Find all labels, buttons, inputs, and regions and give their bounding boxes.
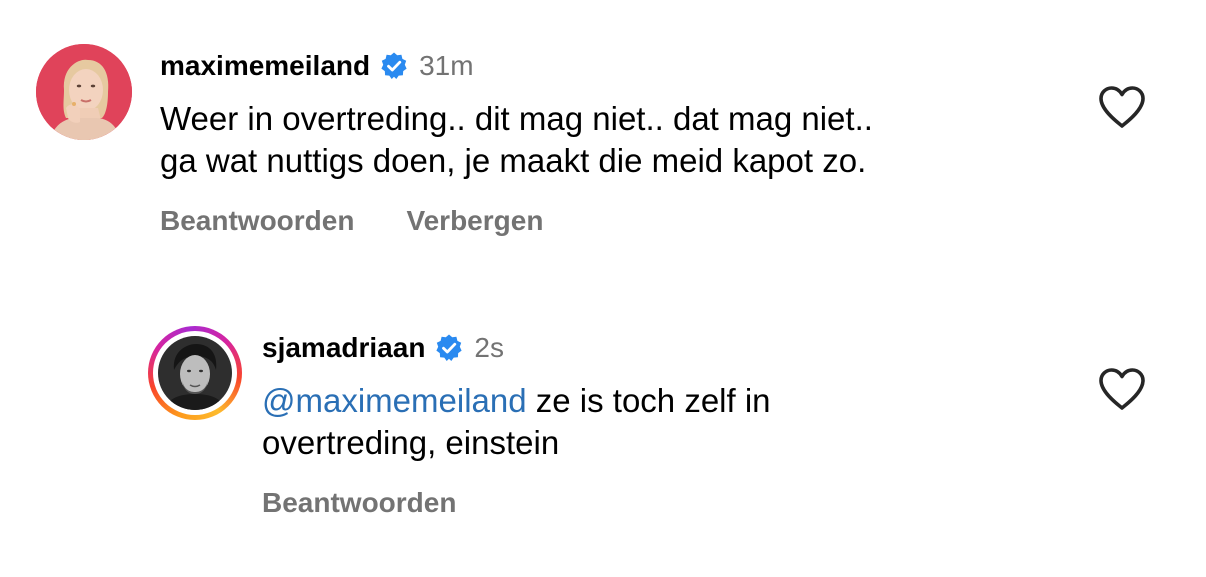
comment-header: maximemeiland 31m xyxy=(160,50,474,82)
comment-body: @maximemeiland ze is toch zelf in overtr… xyxy=(262,380,771,464)
comment-maximemeiland: maximemeiland 31m Weer in overtreding.. … xyxy=(0,0,1206,270)
hide-button[interactable]: Verbergen xyxy=(406,205,543,237)
username[interactable]: maximemeiland xyxy=(160,50,370,82)
mention-link[interactable]: @maximemeiland xyxy=(262,382,527,419)
comment-text-line: Weer in overtreding.. dit mag niet.. dat… xyxy=(160,100,873,137)
comment-actions: Beantwoorden Verbergen xyxy=(160,205,543,237)
profile-photo xyxy=(158,336,232,410)
comment-text-line: ga wat nuttigs doen, je maakt die meid k… xyxy=(160,142,867,179)
profile-photo xyxy=(36,44,132,140)
comment-text-line: @maximemeiland ze is toch zelf in xyxy=(262,380,771,422)
username[interactable]: sjamadriaan xyxy=(262,332,425,364)
heart-outline-icon[interactable] xyxy=(1097,366,1147,412)
verified-badge-icon xyxy=(434,333,464,363)
comment-actions: Beantwoorden xyxy=(262,487,456,519)
comment-header: sjamadriaan 2s xyxy=(262,332,504,364)
comment-body: Weer in overtreding.. dit mag niet.. dat… xyxy=(160,98,873,182)
reply-button[interactable]: Beantwoorden xyxy=(262,487,456,519)
avatar xyxy=(158,336,232,410)
avatar-story-ring[interactable] xyxy=(148,326,242,420)
reply-button[interactable]: Beantwoorden xyxy=(160,205,354,237)
timestamp: 31m xyxy=(419,50,474,81)
comment-sjamadriaan: sjamadriaan 2s @maximemeiland ze is toch… xyxy=(0,300,1206,577)
comment-text: ze is toch zelf in xyxy=(526,382,771,419)
comment-text-line: overtreding, einstein xyxy=(262,424,560,461)
timestamp: 2s xyxy=(474,332,504,363)
verified-badge-icon xyxy=(379,51,409,81)
avatar[interactable] xyxy=(36,44,132,140)
heart-outline-icon[interactable] xyxy=(1097,84,1147,130)
